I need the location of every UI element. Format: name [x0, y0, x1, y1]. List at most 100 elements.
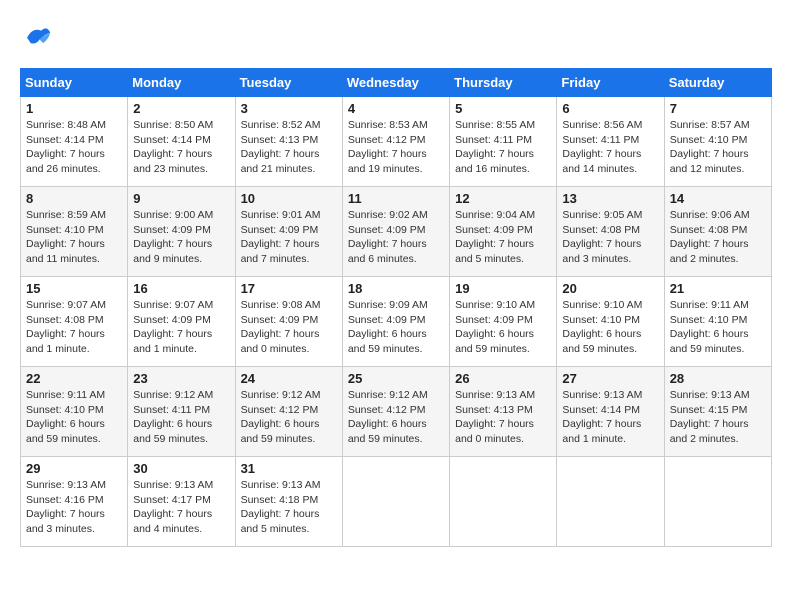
weekday-header-row: SundayMondayTuesdayWednesdayThursdayFrid…: [21, 69, 772, 97]
calendar-cell: 20 Sunrise: 9:10 AM Sunset: 4:10 PM Dayl…: [557, 277, 664, 367]
day-number: 19: [455, 281, 551, 296]
day-info: Sunrise: 9:13 AM Sunset: 4:15 PM Dayligh…: [670, 388, 766, 447]
weekday-header-saturday: Saturday: [664, 69, 771, 97]
day-info: Sunrise: 9:11 AM Sunset: 4:10 PM Dayligh…: [670, 298, 766, 357]
day-number: 20: [562, 281, 658, 296]
calendar-cell: 10 Sunrise: 9:01 AM Sunset: 4:09 PM Dayl…: [235, 187, 342, 277]
calendar-cell: 3 Sunrise: 8:52 AM Sunset: 4:13 PM Dayli…: [235, 97, 342, 187]
calendar-cell: 5 Sunrise: 8:55 AM Sunset: 4:11 PM Dayli…: [450, 97, 557, 187]
day-info: Sunrise: 8:52 AM Sunset: 4:13 PM Dayligh…: [241, 118, 337, 177]
logo-icon: [20, 20, 52, 52]
calendar-cell: 1 Sunrise: 8:48 AM Sunset: 4:14 PM Dayli…: [21, 97, 128, 187]
calendar-cell: [342, 457, 449, 547]
day-info: Sunrise: 9:07 AM Sunset: 4:09 PM Dayligh…: [133, 298, 229, 357]
calendar-cell: 29 Sunrise: 9:13 AM Sunset: 4:16 PM Dayl…: [21, 457, 128, 547]
day-info: Sunrise: 9:13 AM Sunset: 4:16 PM Dayligh…: [26, 478, 122, 537]
calendar-cell: 27 Sunrise: 9:13 AM Sunset: 4:14 PM Dayl…: [557, 367, 664, 457]
day-info: Sunrise: 9:13 AM Sunset: 4:17 PM Dayligh…: [133, 478, 229, 537]
day-number: 10: [241, 191, 337, 206]
calendar-cell: [450, 457, 557, 547]
day-number: 16: [133, 281, 229, 296]
day-info: Sunrise: 8:56 AM Sunset: 4:11 PM Dayligh…: [562, 118, 658, 177]
calendar-cell: 26 Sunrise: 9:13 AM Sunset: 4:13 PM Dayl…: [450, 367, 557, 457]
week-row-2: 8 Sunrise: 8:59 AM Sunset: 4:10 PM Dayli…: [21, 187, 772, 277]
day-info: Sunrise: 9:09 AM Sunset: 4:09 PM Dayligh…: [348, 298, 444, 357]
day-number: 23: [133, 371, 229, 386]
day-number: 6: [562, 101, 658, 116]
day-number: 9: [133, 191, 229, 206]
calendar-cell: 16 Sunrise: 9:07 AM Sunset: 4:09 PM Dayl…: [128, 277, 235, 367]
day-info: Sunrise: 9:08 AM Sunset: 4:09 PM Dayligh…: [241, 298, 337, 357]
day-info: Sunrise: 8:57 AM Sunset: 4:10 PM Dayligh…: [670, 118, 766, 177]
day-number: 8: [26, 191, 122, 206]
day-info: Sunrise: 9:13 AM Sunset: 4:18 PM Dayligh…: [241, 478, 337, 537]
day-info: Sunrise: 9:05 AM Sunset: 4:08 PM Dayligh…: [562, 208, 658, 267]
calendar-cell: 6 Sunrise: 8:56 AM Sunset: 4:11 PM Dayli…: [557, 97, 664, 187]
day-number: 31: [241, 461, 337, 476]
calendar-cell: 22 Sunrise: 9:11 AM Sunset: 4:10 PM Dayl…: [21, 367, 128, 457]
calendar-cell: 19 Sunrise: 9:10 AM Sunset: 4:09 PM Dayl…: [450, 277, 557, 367]
calendar-cell: 14 Sunrise: 9:06 AM Sunset: 4:08 PM Dayl…: [664, 187, 771, 277]
calendar-cell: 8 Sunrise: 8:59 AM Sunset: 4:10 PM Dayli…: [21, 187, 128, 277]
day-number: 21: [670, 281, 766, 296]
calendar-table: SundayMondayTuesdayWednesdayThursdayFrid…: [20, 68, 772, 547]
logo: [20, 20, 56, 52]
day-number: 14: [670, 191, 766, 206]
calendar-cell: 25 Sunrise: 9:12 AM Sunset: 4:12 PM Dayl…: [342, 367, 449, 457]
day-number: 5: [455, 101, 551, 116]
weekday-header-monday: Monday: [128, 69, 235, 97]
day-number: 12: [455, 191, 551, 206]
day-info: Sunrise: 8:50 AM Sunset: 4:14 PM Dayligh…: [133, 118, 229, 177]
weekday-header-friday: Friday: [557, 69, 664, 97]
week-row-1: 1 Sunrise: 8:48 AM Sunset: 4:14 PM Dayli…: [21, 97, 772, 187]
day-info: Sunrise: 9:12 AM Sunset: 4:12 PM Dayligh…: [241, 388, 337, 447]
calendar-cell: 13 Sunrise: 9:05 AM Sunset: 4:08 PM Dayl…: [557, 187, 664, 277]
calendar-cell: 23 Sunrise: 9:12 AM Sunset: 4:11 PM Dayl…: [128, 367, 235, 457]
calendar-cell: 15 Sunrise: 9:07 AM Sunset: 4:08 PM Dayl…: [21, 277, 128, 367]
day-number: 27: [562, 371, 658, 386]
day-number: 26: [455, 371, 551, 386]
week-row-4: 22 Sunrise: 9:11 AM Sunset: 4:10 PM Dayl…: [21, 367, 772, 457]
calendar-cell: [557, 457, 664, 547]
day-info: Sunrise: 9:13 AM Sunset: 4:13 PM Dayligh…: [455, 388, 551, 447]
calendar-cell: 21 Sunrise: 9:11 AM Sunset: 4:10 PM Dayl…: [664, 277, 771, 367]
day-number: 18: [348, 281, 444, 296]
day-info: Sunrise: 9:02 AM Sunset: 4:09 PM Dayligh…: [348, 208, 444, 267]
day-number: 15: [26, 281, 122, 296]
day-info: Sunrise: 8:48 AM Sunset: 4:14 PM Dayligh…: [26, 118, 122, 177]
day-info: Sunrise: 9:00 AM Sunset: 4:09 PM Dayligh…: [133, 208, 229, 267]
day-info: Sunrise: 9:12 AM Sunset: 4:12 PM Dayligh…: [348, 388, 444, 447]
week-row-5: 29 Sunrise: 9:13 AM Sunset: 4:16 PM Dayl…: [21, 457, 772, 547]
day-info: Sunrise: 9:04 AM Sunset: 4:09 PM Dayligh…: [455, 208, 551, 267]
day-number: 22: [26, 371, 122, 386]
day-number: 25: [348, 371, 444, 386]
page-header: [20, 20, 772, 52]
calendar-cell: 31 Sunrise: 9:13 AM Sunset: 4:18 PM Dayl…: [235, 457, 342, 547]
day-number: 7: [670, 101, 766, 116]
calendar-cell: 24 Sunrise: 9:12 AM Sunset: 4:12 PM Dayl…: [235, 367, 342, 457]
calendar-cell: 30 Sunrise: 9:13 AM Sunset: 4:17 PM Dayl…: [128, 457, 235, 547]
day-info: Sunrise: 9:06 AM Sunset: 4:08 PM Dayligh…: [670, 208, 766, 267]
day-number: 11: [348, 191, 444, 206]
weekday-header-sunday: Sunday: [21, 69, 128, 97]
calendar-cell: 11 Sunrise: 9:02 AM Sunset: 4:09 PM Dayl…: [342, 187, 449, 277]
calendar-cell: 18 Sunrise: 9:09 AM Sunset: 4:09 PM Dayl…: [342, 277, 449, 367]
week-row-3: 15 Sunrise: 9:07 AM Sunset: 4:08 PM Dayl…: [21, 277, 772, 367]
day-info: Sunrise: 8:55 AM Sunset: 4:11 PM Dayligh…: [455, 118, 551, 177]
weekday-header-wednesday: Wednesday: [342, 69, 449, 97]
day-number: 30: [133, 461, 229, 476]
calendar-cell: [664, 457, 771, 547]
day-info: Sunrise: 9:10 AM Sunset: 4:09 PM Dayligh…: [455, 298, 551, 357]
day-number: 4: [348, 101, 444, 116]
calendar-cell: 9 Sunrise: 9:00 AM Sunset: 4:09 PM Dayli…: [128, 187, 235, 277]
calendar-cell: 2 Sunrise: 8:50 AM Sunset: 4:14 PM Dayli…: [128, 97, 235, 187]
day-info: Sunrise: 8:53 AM Sunset: 4:12 PM Dayligh…: [348, 118, 444, 177]
day-number: 17: [241, 281, 337, 296]
day-number: 1: [26, 101, 122, 116]
day-number: 2: [133, 101, 229, 116]
day-info: Sunrise: 9:07 AM Sunset: 4:08 PM Dayligh…: [26, 298, 122, 357]
calendar-cell: 12 Sunrise: 9:04 AM Sunset: 4:09 PM Dayl…: [450, 187, 557, 277]
calendar-cell: 28 Sunrise: 9:13 AM Sunset: 4:15 PM Dayl…: [664, 367, 771, 457]
day-info: Sunrise: 9:13 AM Sunset: 4:14 PM Dayligh…: [562, 388, 658, 447]
calendar-cell: 4 Sunrise: 8:53 AM Sunset: 4:12 PM Dayli…: [342, 97, 449, 187]
